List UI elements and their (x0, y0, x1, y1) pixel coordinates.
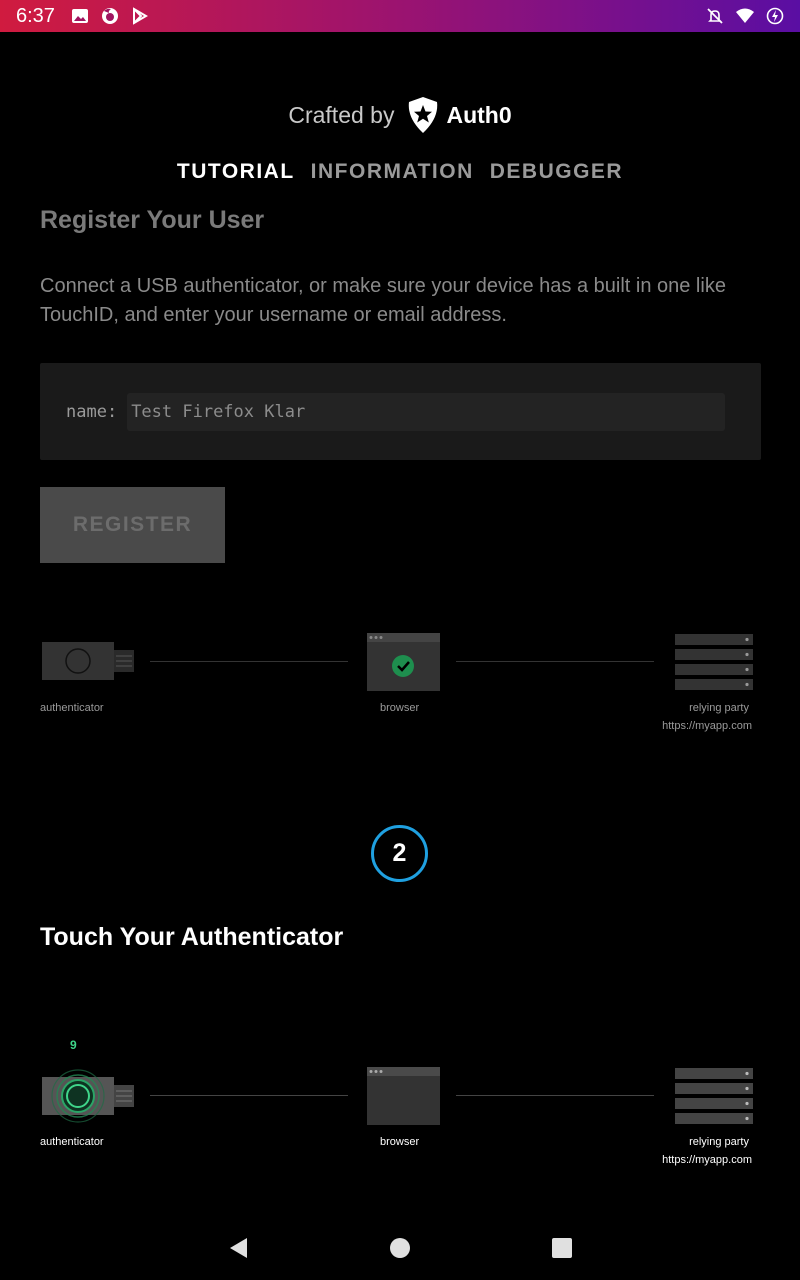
browser-caption: browser (380, 1136, 420, 1148)
register-section-title: Register Your User (40, 206, 265, 234)
status-bar: 6:37 (0, 0, 800, 32)
tab-information[interactable]: INFORMATION (311, 160, 474, 184)
step-number-badge: 2 (371, 825, 428, 882)
relying-party-url: https://myapp.com (662, 1154, 752, 1166)
relying-party-url: https://myapp.com (662, 720, 752, 732)
play-store-icon (132, 7, 148, 25)
authenticator-caption: authenticator (40, 702, 104, 714)
connector-line (150, 661, 348, 662)
name-label: name: (66, 401, 118, 422)
home-icon[interactable] (389, 1237, 411, 1259)
browser-caption: browser (380, 702, 420, 714)
countdown-counter: 9 (70, 1038, 77, 1052)
touch-section-title: Touch Your Authenticator (40, 923, 344, 951)
image-icon (71, 9, 88, 23)
register-button[interactable]: REGISTER (40, 487, 225, 563)
auth0-shield-icon (409, 97, 438, 133)
flow-diagram-touch: authenticator browser relying party http… (0, 1054, 800, 1184)
connector-line (456, 1095, 654, 1096)
relying-party-caption: relying party (689, 702, 749, 714)
back-icon[interactable] (227, 1236, 249, 1260)
authenticator-caption: authenticator (40, 1136, 104, 1148)
tab-bar: TUTORIAL INFORMATION DEBUGGER (0, 160, 800, 184)
relying-party-caption: relying party (689, 1136, 749, 1148)
tab-tutorial[interactable]: TUTORIAL (177, 160, 295, 184)
auth0-logo[interactable]: Auth0 (406, 96, 512, 134)
name-input[interactable]: Test Firefox Klar (127, 392, 726, 431)
connector-line (150, 1095, 348, 1096)
name-form: name: Test Firefox Klar (40, 363, 761, 460)
browser-icon (367, 1067, 440, 1125)
tab-debugger[interactable]: DEBUGGER (490, 160, 623, 184)
browser-check-icon (367, 633, 440, 691)
usb-authenticator-active-icon (42, 1069, 134, 1123)
firefox-icon (101, 8, 118, 24)
recents-icon[interactable] (551, 1237, 573, 1259)
register-description: Connect a USB authenticator, or make sur… (40, 275, 726, 326)
crafted-by-text: Crafted by (288, 101, 395, 128)
navigation-bar (0, 1216, 800, 1280)
status-time: 6:37 (16, 4, 55, 27)
server-icon (675, 634, 753, 690)
server-icon (675, 1068, 753, 1124)
usb-authenticator-icon (42, 642, 134, 680)
connector-line (456, 661, 654, 662)
battery-charging-icon (766, 7, 784, 25)
wifi-icon (736, 8, 754, 23)
auth0-brand-text: Auth0 (446, 101, 512, 128)
flow-diagram-register: authenticator browser relying party http… (0, 620, 800, 750)
notifications-off-icon (707, 8, 723, 24)
crafted-by-header: Crafted by Auth0 (0, 96, 800, 134)
